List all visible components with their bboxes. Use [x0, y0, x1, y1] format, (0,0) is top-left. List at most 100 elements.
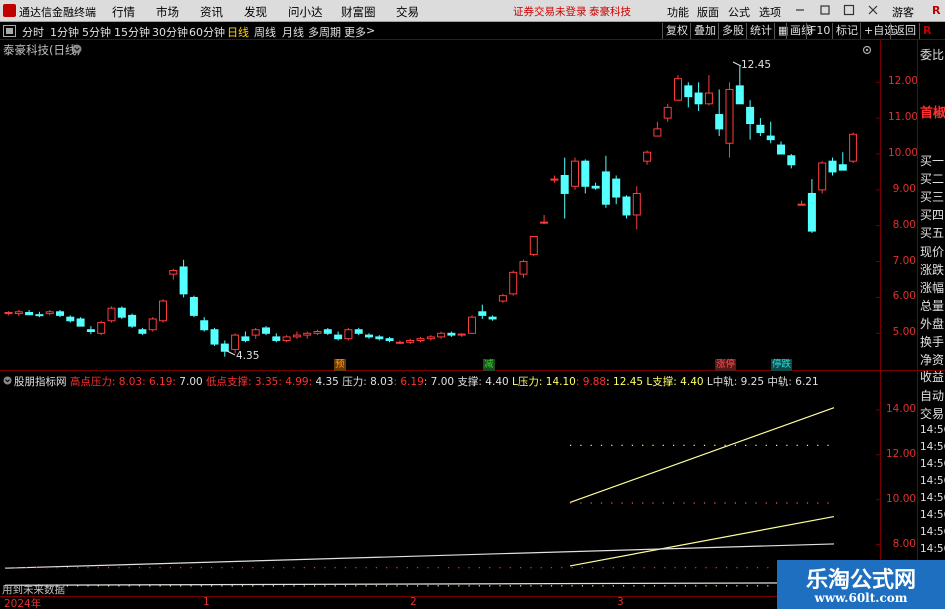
candle-body[interactable]	[622, 196, 631, 216]
candle-body[interactable]	[35, 314, 44, 317]
menu-item-discover[interactable]: 发现	[244, 4, 267, 20]
candle-body[interactable]	[66, 316, 75, 322]
candle-body[interactable]	[457, 333, 466, 336]
menu-item-news[interactable]: 资讯	[200, 4, 223, 20]
candle-body[interactable]	[107, 307, 116, 322]
menu-item-market[interactable]: 市场	[156, 4, 179, 20]
candle-body[interactable]	[375, 336, 384, 340]
candle-body[interactable]	[251, 329, 260, 336]
candle-body[interactable]	[272, 336, 281, 341]
candle-body[interactable]	[601, 171, 610, 205]
period-tab-60min[interactable]: 60分钟	[189, 24, 225, 40]
candle-body[interactable]	[210, 329, 219, 345]
menu-item-function[interactable]: 功能	[667, 4, 689, 20]
event-tag-reduce[interactable]: 减	[483, 359, 495, 371]
candle-body[interactable]	[560, 175, 569, 194]
menu-item-options[interactable]: 选项	[759, 4, 781, 20]
candle-body[interactable]	[45, 311, 54, 315]
candle-body[interactable]	[478, 311, 487, 316]
candle-body[interactable]	[86, 329, 95, 333]
period-tab-weekly[interactable]: 周线	[254, 24, 276, 40]
candle-body[interactable]	[581, 160, 590, 187]
candle-body[interactable]	[550, 178, 559, 181]
candle-body[interactable]	[838, 164, 847, 171]
candle-body[interactable]	[777, 144, 785, 155]
candle-body[interactable]	[756, 124, 765, 133]
candle-body[interactable]	[117, 307, 126, 318]
f10-button[interactable]: F10	[806, 23, 833, 39]
trade-label[interactable]: 交易	[920, 405, 945, 422]
candle-body[interactable]	[323, 329, 332, 334]
period-tab-monthly[interactable]: 月线	[282, 24, 304, 40]
period-tab-multi[interactable]: 多周期	[308, 24, 341, 40]
candle-body[interactable]	[406, 339, 415, 343]
candle-body[interactable]	[200, 320, 209, 331]
return-button[interactable]: 返回	[890, 23, 919, 39]
candle-body[interactable]	[313, 331, 322, 334]
candle-body[interactable]	[766, 135, 775, 141]
maximize-icon[interactable]	[842, 3, 856, 17]
candle-body[interactable]	[179, 266, 188, 295]
candlestick-chart[interactable]	[0, 40, 880, 370]
candle-body[interactable]	[385, 338, 394, 341]
candle-body[interactable]	[303, 332, 312, 336]
candle-body[interactable]	[14, 311, 23, 315]
back-icon[interactable]	[3, 25, 16, 37]
minimize-icon[interactable]	[793, 3, 807, 17]
period-tab-1min[interactable]: 1分钟	[50, 24, 79, 40]
candle-body[interactable]	[509, 271, 518, 295]
period-tab-intraday[interactable]: 分时	[22, 24, 44, 40]
candle-body[interactable]	[468, 316, 476, 334]
event-tag-forecast[interactable]: 预	[334, 359, 346, 371]
period-tab-daily[interactable]: 日线	[227, 24, 249, 40]
period-tab-30min[interactable]: 30分钟	[152, 24, 188, 40]
candle-body[interactable]	[797, 203, 806, 206]
candle-body[interactable]	[128, 314, 137, 327]
menu-item-quotes[interactable]: 行情	[112, 4, 135, 20]
menu-item-ask[interactable]: 问小达	[288, 4, 323, 20]
candle-body[interactable]	[632, 192, 641, 216]
candle-body[interactable]	[426, 336, 435, 340]
guest-label[interactable]: 游客	[892, 4, 914, 20]
stats-button[interactable]: 统计	[746, 23, 775, 39]
candle-body[interactable]	[663, 106, 672, 119]
candle-body[interactable]	[807, 192, 816, 232]
candle-body[interactable]	[694, 92, 703, 105]
restore-icon[interactable]	[818, 3, 832, 17]
auto-label[interactable]: 自动	[920, 387, 945, 404]
candle-body[interactable]	[849, 133, 858, 162]
period-tab-more[interactable]: 更多	[344, 24, 366, 40]
candle-body[interactable]	[704, 92, 713, 105]
period-tab-5min[interactable]: 5分钟	[82, 24, 111, 40]
login-warning[interactable]: 证券交易未登录	[513, 4, 587, 19]
candle-body[interactable]	[365, 334, 373, 338]
candle-body[interactable]	[787, 155, 796, 166]
menu-item-trade[interactable]: 交易	[396, 4, 419, 20]
candle-body[interactable]	[282, 336, 291, 341]
candle-body[interactable]	[591, 185, 600, 189]
candle-body[interactable]	[4, 312, 13, 315]
r-icon[interactable]: R	[932, 4, 940, 17]
candle-body[interactable]	[354, 329, 363, 334]
candle-body[interactable]	[735, 85, 744, 105]
candle-body[interactable]	[437, 332, 446, 338]
candle-body[interactable]	[76, 318, 85, 327]
candle-body[interactable]	[684, 85, 693, 98]
candle-body[interactable]	[612, 178, 621, 198]
candle-body[interactable]	[416, 338, 425, 341]
close-icon[interactable]	[866, 3, 880, 17]
candle-body[interactable]	[447, 332, 456, 336]
candle-body[interactable]	[395, 341, 404, 344]
candle-body[interactable]	[231, 334, 240, 350]
candle-body[interactable]	[292, 334, 301, 338]
candle-body[interactable]	[818, 162, 827, 191]
event-tag-limit-up[interactable]: 涨停	[715, 359, 737, 371]
indicator-chart[interactable]	[0, 385, 880, 596]
candle-body[interactable]	[220, 343, 229, 352]
candle-body[interactable]	[643, 151, 652, 162]
mark-button[interactable]: 标记	[832, 23, 861, 39]
candle-body[interactable]	[344, 329, 353, 340]
candle-body[interactable]	[571, 160, 579, 187]
multi-stock-button[interactable]: 多股	[718, 23, 747, 39]
adjust-button[interactable]: 复权	[662, 23, 691, 39]
